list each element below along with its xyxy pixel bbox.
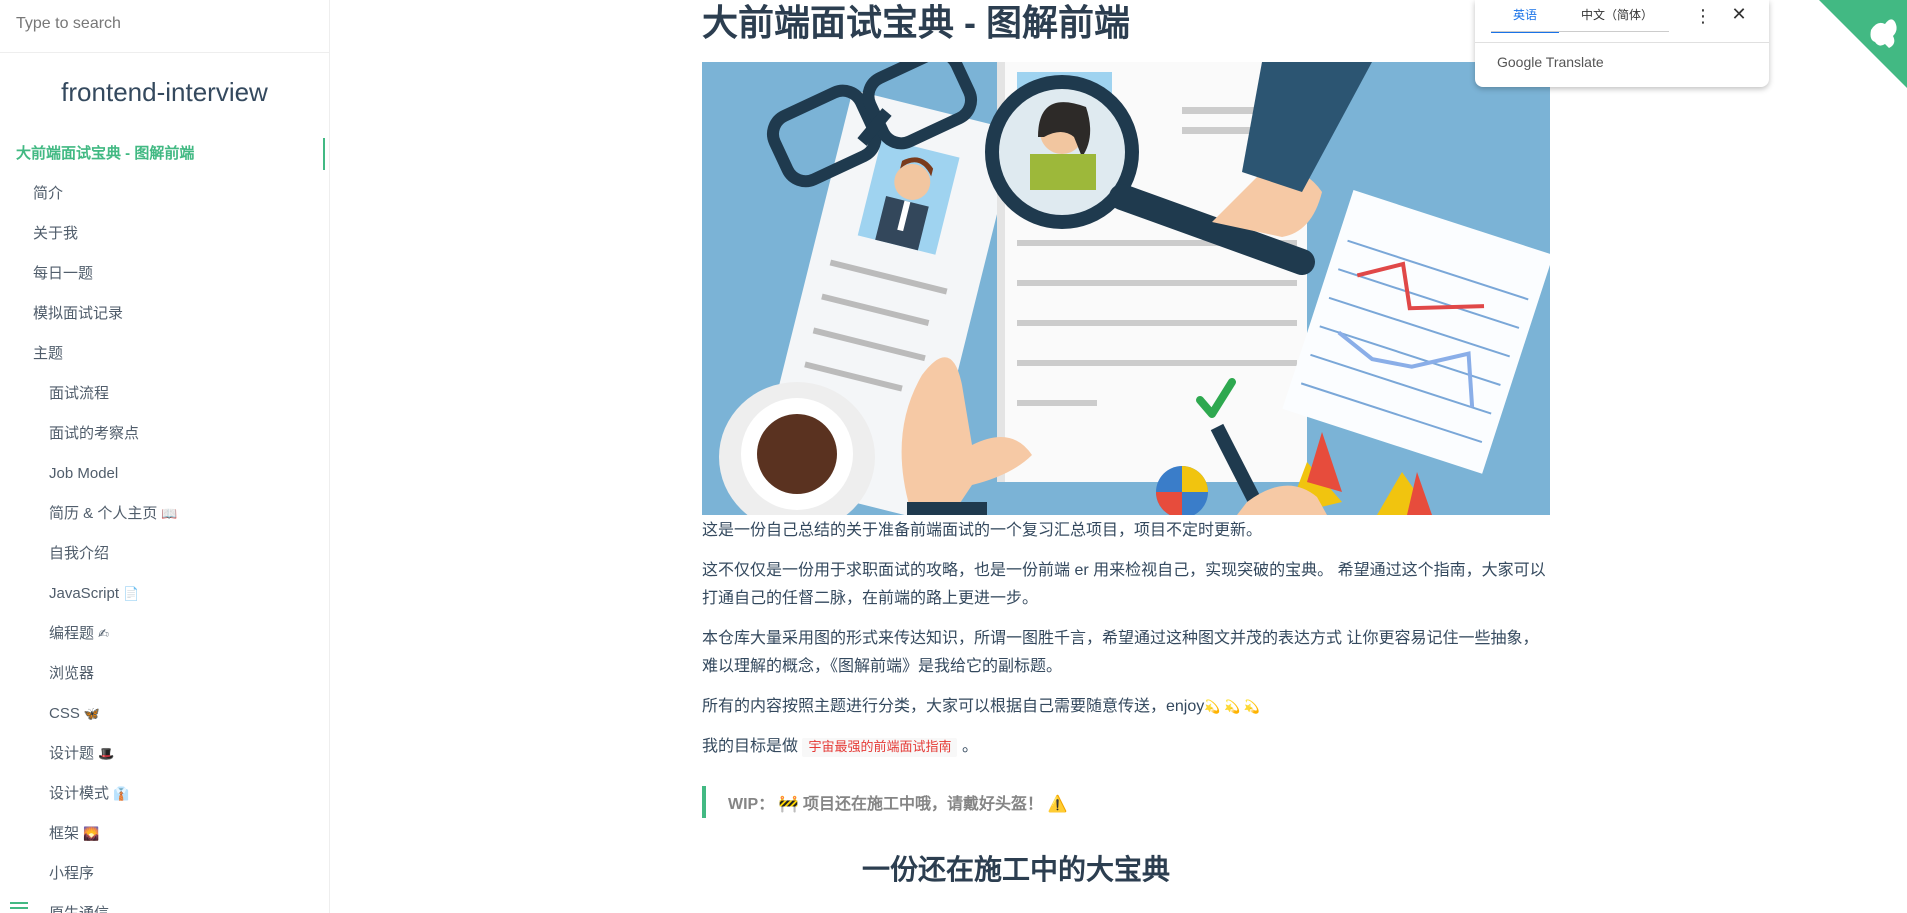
sidebar-item[interactable]: 框架 🌄 bbox=[0, 814, 329, 854]
google-translate-brand: Google Translate bbox=[1497, 54, 1604, 70]
sidebar-item-label: 大前端面试宝典 - 图解前端 bbox=[16, 145, 195, 162]
sidebar-item-label: 浏览器 bbox=[49, 665, 95, 682]
main-content: 大前端面试宝典 - 图解前端 这是一份自己总结的关于准备前端面试的一个复习汇总项… bbox=[702, 0, 1550, 888]
sidebar-item-emoji: 🎩 bbox=[98, 746, 115, 761]
sidebar-item[interactable]: 原生通信 bbox=[0, 894, 329, 913]
sidebar-item-label: 主题 bbox=[33, 345, 64, 362]
sidebar-item[interactable]: JavaScript 📄 bbox=[0, 574, 329, 614]
wip-label: WIP： bbox=[728, 796, 775, 813]
sidebar-item-label: 原生通信 bbox=[49, 905, 109, 913]
tab-source-language[interactable]: 英语 bbox=[1491, 0, 1560, 43]
sparkle-emoji: 💫 💫 💫 bbox=[1204, 699, 1261, 714]
sidebar-item-label: 面试流程 bbox=[49, 385, 110, 402]
sidebar-item-label: JavaScript bbox=[49, 585, 120, 602]
sidebar-item-label: 面试的考察点 bbox=[49, 425, 140, 442]
sidebar-item[interactable]: Job Model bbox=[0, 454, 329, 494]
goal-suffix: 。 bbox=[961, 738, 978, 755]
sidebar-item-label: 设计模式 bbox=[49, 785, 110, 802]
sidebar-item-label: 自我介绍 bbox=[49, 545, 110, 562]
close-icon[interactable]: ✕ bbox=[1729, 4, 1749, 25]
sidebar-item[interactable]: 模拟面试记录 bbox=[0, 294, 329, 334]
sidebar-item-label: Job Model bbox=[49, 465, 119, 482]
sidebar-item-emoji: 📖 bbox=[161, 506, 178, 521]
intro-paragraph: 这是一份自己总结的关于准备前端面试的一个复习汇总项目，项目不定时更新。 bbox=[702, 522, 1263, 539]
sidebar-item-label: 模拟面试记录 bbox=[33, 305, 124, 322]
sidebar-item[interactable]: 自我介绍 bbox=[0, 534, 329, 574]
method-paragraph: 本仓库大量采用图的形式来传达知识，所谓一图胜千言，希望通过这种图文并茂的表达方式… bbox=[702, 630, 1539, 675]
sidebar-item[interactable]: 小程序 bbox=[0, 854, 329, 894]
sidebar-item-emoji: 🦋 bbox=[83, 706, 101, 721]
sidebar-item-label: 每日一题 bbox=[33, 265, 94, 282]
sidebar-item-emoji: ✍ bbox=[98, 626, 109, 641]
enjoy-paragraph: 所有的内容按照主题进行分类，大家可以根据自己需要随意传送，enjoy💫 💫 💫 bbox=[702, 693, 1550, 721]
sidebar-item-label: 简历 & 个人主页 bbox=[49, 505, 158, 522]
sidebar-item-label: 框架 bbox=[49, 825, 80, 842]
goal-paragraph: 我的目标是做 宇宙最强的前端面试指南 。 bbox=[702, 733, 1550, 762]
sidebar-nav: 大前端面试宝典 - 图解前端简介关于我每日一题模拟面试记录 主题面试流程面试的考察… bbox=[0, 134, 329, 913]
github-corner-icon[interactable] bbox=[1819, 0, 1907, 88]
sidebar-item-label: 关于我 bbox=[33, 225, 79, 242]
goal-prefix: 我的目标是做 bbox=[702, 738, 799, 755]
app-name[interactable]: frontend-interview bbox=[0, 77, 329, 108]
sidebar-item-label: 小程序 bbox=[49, 865, 95, 882]
purpose-paragraph: 这不仅仅是一份用于求职面试的攻略，也是一份前端 er 用来检视自己，实现突破的宝… bbox=[702, 562, 1546, 607]
wip-blockquote: WIP： 🚧 项目还在施工中哦，请戴好头盔！ ⚠️ bbox=[702, 786, 1550, 818]
sidebar-item[interactable]: 编程题 ✍ bbox=[0, 614, 329, 654]
goal-tag: 宇宙最强的前端面试指南 bbox=[802, 738, 958, 757]
sidebar-item[interactable]: 浏览器 bbox=[0, 654, 329, 694]
sidebar-item[interactable]: 设计模式 👔 bbox=[0, 774, 329, 814]
tab-target-language[interactable]: 中文（简体） bbox=[1559, 0, 1675, 43]
sidebar-item-label: 简介 bbox=[33, 185, 64, 202]
sidebar-item[interactable]: 关于我 bbox=[0, 214, 329, 254]
wip-text: 🚧 项目还在施工中哦，请戴好头盔！ ⚠️ bbox=[778, 796, 1068, 813]
tab-divider bbox=[1491, 31, 1669, 32]
sidebar-toggle-icon[interactable] bbox=[10, 899, 28, 909]
sidebar-item[interactable]: 设计题 🎩 bbox=[0, 734, 329, 774]
enjoy-text: 所有的内容按照主题进行分类，大家可以根据自己需要随意传送，enjoy bbox=[702, 698, 1205, 715]
sidebar-item[interactable]: 面试流程 bbox=[0, 374, 329, 414]
hero-illustration bbox=[702, 62, 1550, 515]
more-options-icon[interactable]: ⋮ bbox=[1693, 6, 1713, 27]
search-bar bbox=[0, 0, 329, 53]
sidebar-item-emoji: 👔 bbox=[113, 786, 130, 801]
sidebar-item[interactable]: 每日一题 bbox=[0, 254, 329, 294]
sidebar-item[interactable]: 主题 bbox=[0, 334, 329, 374]
page-title: 大前端面试宝典 - 图解前端 bbox=[702, 2, 1130, 43]
google-translate-popup: 英语 中文（简体） ⋮ ✕ Google Translate bbox=[1475, 0, 1769, 87]
sidebar-item[interactable]: CSS 🦋 bbox=[0, 694, 329, 734]
sidebar-item[interactable]: 简历 & 个人主页 📖 bbox=[0, 494, 329, 534]
sidebar: frontend-interview 大前端面试宝典 - 图解前端简介关于我每日… bbox=[0, 0, 330, 913]
sidebar-item-label: CSS bbox=[49, 705, 80, 722]
sidebar-item-label: 编程题 bbox=[49, 625, 95, 642]
sidebar-item[interactable]: 简介 bbox=[0, 174, 329, 214]
sidebar-item[interactable]: 大前端面试宝典 - 图解前端 bbox=[0, 134, 329, 174]
sidebar-item-emoji: 🌄 bbox=[83, 826, 100, 841]
sidebar-item-emoji: 📄 bbox=[123, 586, 140, 601]
sidebar-item-label: 设计题 bbox=[49, 745, 95, 762]
section-heading: 一份还在施工中的大宝典 bbox=[862, 854, 1171, 885]
sidebar-item[interactable]: 面试的考察点 bbox=[0, 414, 329, 454]
search-input[interactable] bbox=[16, 15, 313, 33]
translate-tabs: 英语 中文（简体） ⋮ ✕ bbox=[1475, 0, 1769, 43]
